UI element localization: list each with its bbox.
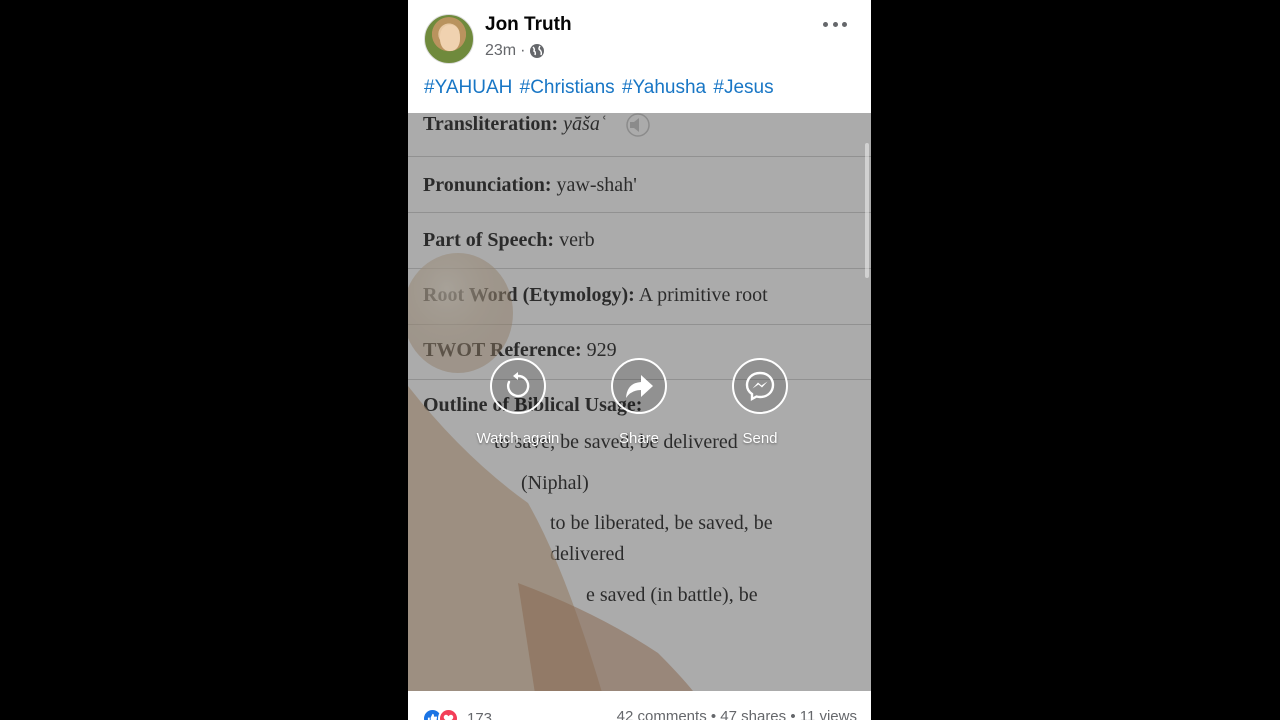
post-footer: 173 42 comments • 47 shares • 11 views <box>408 691 871 720</box>
share-button[interactable]: Share <box>579 358 699 447</box>
hashtag-link[interactable]: #Jesus <box>713 77 773 98</box>
love-reaction-icon <box>438 708 459 720</box>
post-hashtags: #YAHUAH #Christians #Yahusha #Jesus <box>424 77 776 99</box>
scrollbar[interactable] <box>865 143 869 278</box>
meta-separator: · <box>520 42 526 59</box>
reaction-count: 173 <box>467 710 493 720</box>
video-player[interactable]: Transliteration: yāšaʿ Pronunciation: ya… <box>408 113 871 691</box>
watch-again-button[interactable]: Watch again <box>458 358 578 447</box>
engagement-stats[interactable]: 42 comments • 47 shares • 11 views <box>617 708 857 720</box>
more-options-icon[interactable] <box>823 12 847 36</box>
globe-icon <box>530 44 545 58</box>
share-label: Share <box>618 430 660 447</box>
facebook-post: Jon Truth 23m · #YAHUAH #Christians #Yah… <box>408 0 871 720</box>
post-time[interactable]: 23m <box>485 42 516 60</box>
replay-icon <box>490 358 546 414</box>
messenger-icon <box>732 358 788 414</box>
send-button[interactable]: Send <box>700 358 820 447</box>
author-name[interactable]: Jon Truth <box>485 14 572 36</box>
reactions-summary[interactable]: 173 <box>422 708 492 720</box>
hashtag-link[interactable]: #Christians <box>520 77 615 98</box>
watch-again-label: Watch again <box>476 430 560 447</box>
hashtag-link[interactable]: #Yahusha <box>622 77 706 98</box>
post-header: Jon Truth 23m · #YAHUAH #Christians #Yah… <box>408 0 871 113</box>
send-label: Send <box>742 430 778 447</box>
post-meta: 23m · <box>485 42 545 60</box>
hashtag-link[interactable]: #YAHUAH <box>424 77 512 98</box>
share-icon <box>611 358 667 414</box>
avatar[interactable] <box>424 14 474 64</box>
